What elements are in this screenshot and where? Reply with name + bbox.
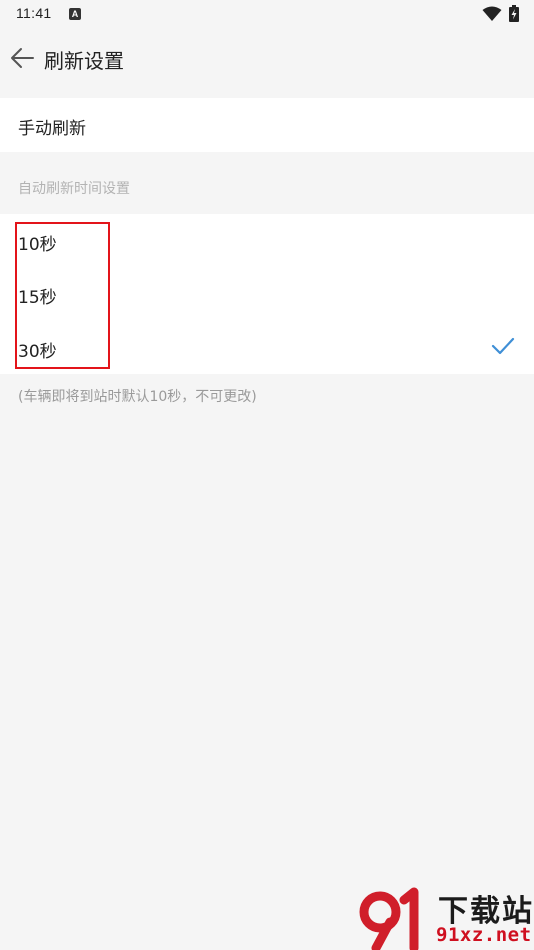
auto-refresh-section-title: 自动刷新时间设置	[18, 181, 130, 197]
option-10s[interactable]: 10秒	[0, 214, 534, 267]
watermark-url: 91xz.net	[436, 924, 532, 946]
watermark-logo-icon	[359, 887, 419, 950]
notification-app-icon: A	[69, 8, 81, 20]
manual-refresh-row[interactable]: 手动刷新	[0, 98, 534, 152]
status-time: 11:41	[16, 5, 52, 21]
wifi-icon	[482, 6, 502, 21]
watermark: 下载站 91xz.net	[356, 886, 534, 950]
auto-refresh-note: (车辆即将到站时默认10秒，不可更改)	[18, 389, 257, 405]
back-arrow-icon[interactable]	[9, 46, 35, 70]
manual-refresh-label: 手动刷新	[18, 119, 86, 139]
option-label: 10秒	[18, 235, 57, 255]
checkmark-icon	[491, 337, 515, 355]
refresh-interval-options: 10秒 15秒 30秒	[0, 214, 534, 374]
option-label: 15秒	[18, 288, 57, 308]
battery-charging-icon	[509, 5, 519, 22]
option-label: 30秒	[18, 342, 57, 362]
option-30s[interactable]: 30秒	[0, 321, 534, 374]
option-15s[interactable]: 15秒	[0, 267, 534, 320]
status-bar: 11:41 A	[0, 0, 534, 28]
page-title: 刷新设置	[44, 49, 124, 73]
app-bar: 刷新设置	[0, 28, 534, 88]
